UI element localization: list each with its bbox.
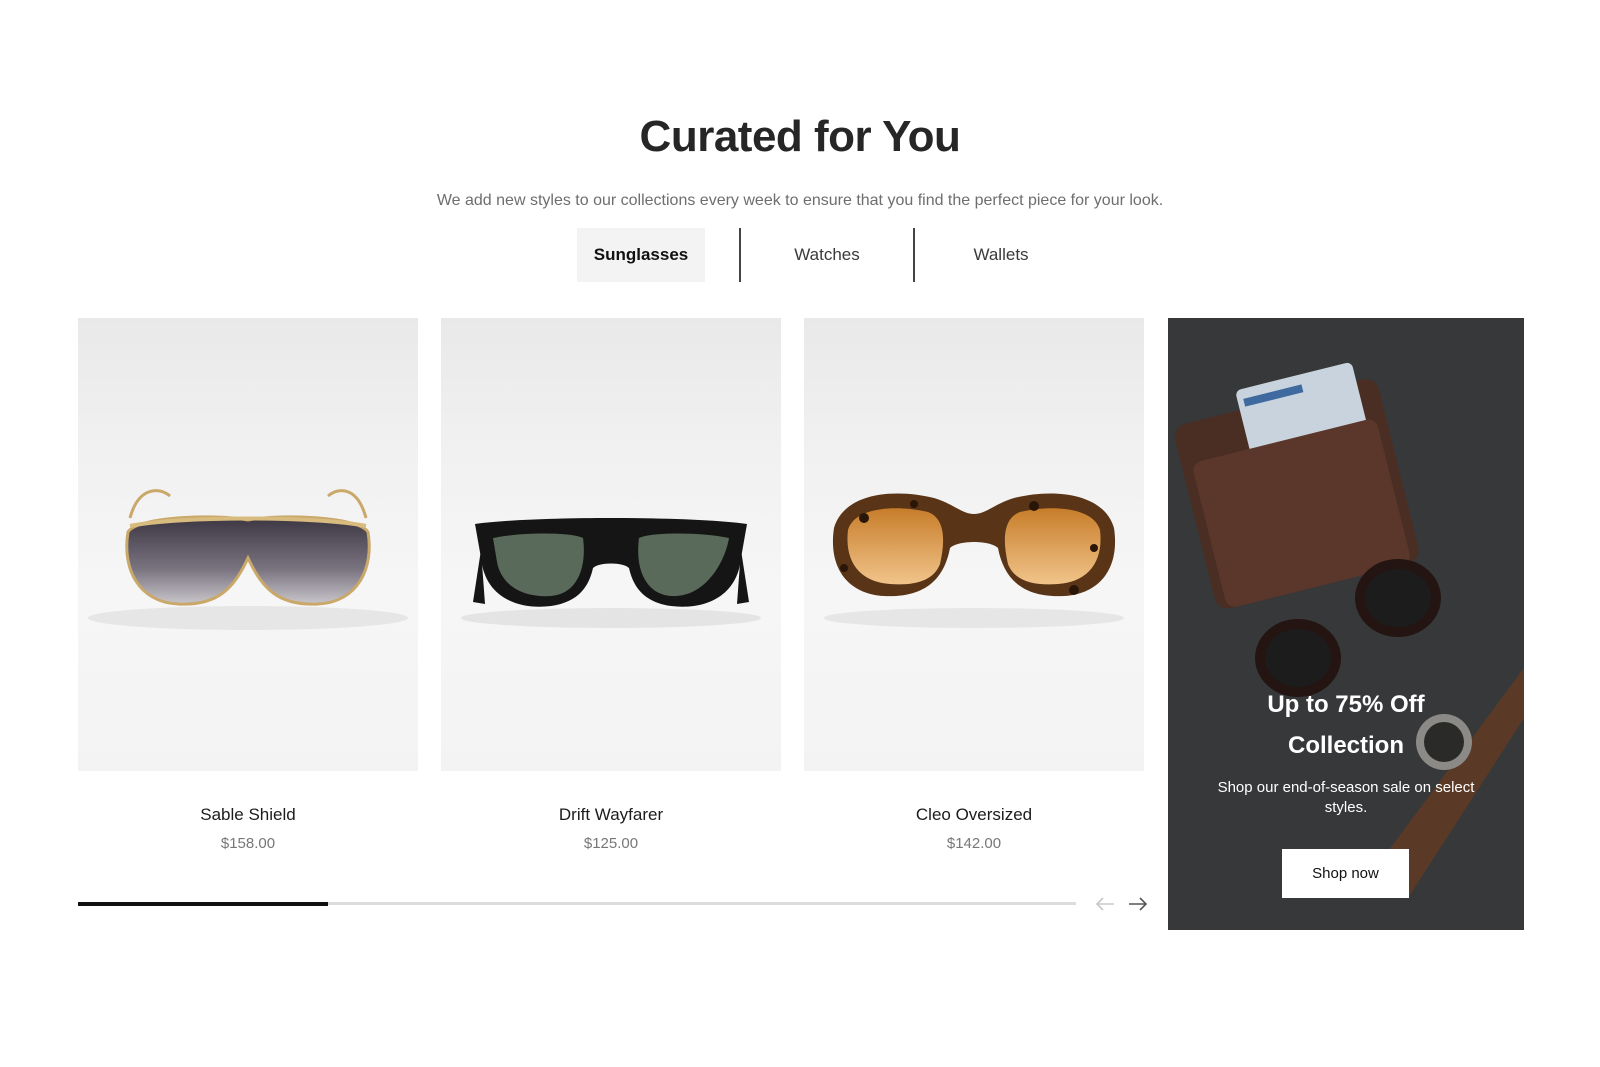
aviator-sunglasses-image <box>88 489 408 630</box>
product-image[interactable] <box>441 318 781 771</box>
wayfarer-sunglasses-image <box>461 518 761 628</box>
arrow-right-icon[interactable] <box>1127 895 1149 913</box>
tab-wallets[interactable]: Wallets <box>915 228 1087 282</box>
section-subtitle: We add new styles to our collections eve… <box>436 192 1164 209</box>
product-price: $158.00 <box>220 835 276 852</box>
shop-now-button[interactable]: Shop now <box>1282 849 1409 898</box>
category-tabs: Sunglasses Watches Wallets <box>577 228 1087 282</box>
section-title: Curated for You <box>639 112 961 161</box>
product-price: $142.00 <box>946 835 1002 852</box>
arrow-left-icon[interactable] <box>1094 895 1116 913</box>
product-card[interactable]: Drift Wayfarer $125.00 <box>441 318 781 852</box>
product-name[interactable]: Drift Wayfarer <box>441 805 781 825</box>
tab-sunglasses[interactable]: Sunglasses <box>577 228 705 282</box>
oversized-sunglasses-image <box>824 493 1124 628</box>
carousel-progress-fill <box>78 901 328 906</box>
product-price: $125.00 <box>583 835 639 852</box>
promo-banner[interactable]: Up to 75% Off Collection Shop our end-of… <box>1168 318 1524 930</box>
promo-background-image <box>1168 318 1524 930</box>
product-image[interactable] <box>804 318 1144 771</box>
product-card[interactable]: Cleo Oversized $142.00 <box>804 318 1144 852</box>
promo-title: Up to 75% Off Collection <box>1168 684 1524 766</box>
promo-description: Shop our end-of-season sale on select st… <box>1217 779 1475 816</box>
product-name[interactable]: Sable Shield <box>78 805 418 825</box>
carousel-scrollbar[interactable] <box>78 901 1076 906</box>
product-name[interactable]: Cleo Oversized <box>804 805 1144 825</box>
promo-title-line: Up to 75% Off <box>1267 691 1425 718</box>
product-image[interactable] <box>78 318 418 771</box>
tab-watches[interactable]: Watches <box>741 228 913 282</box>
promo-title-line: Collection <box>1287 732 1404 759</box>
product-card[interactable]: Sable Shield $158.00 <box>78 318 418 852</box>
